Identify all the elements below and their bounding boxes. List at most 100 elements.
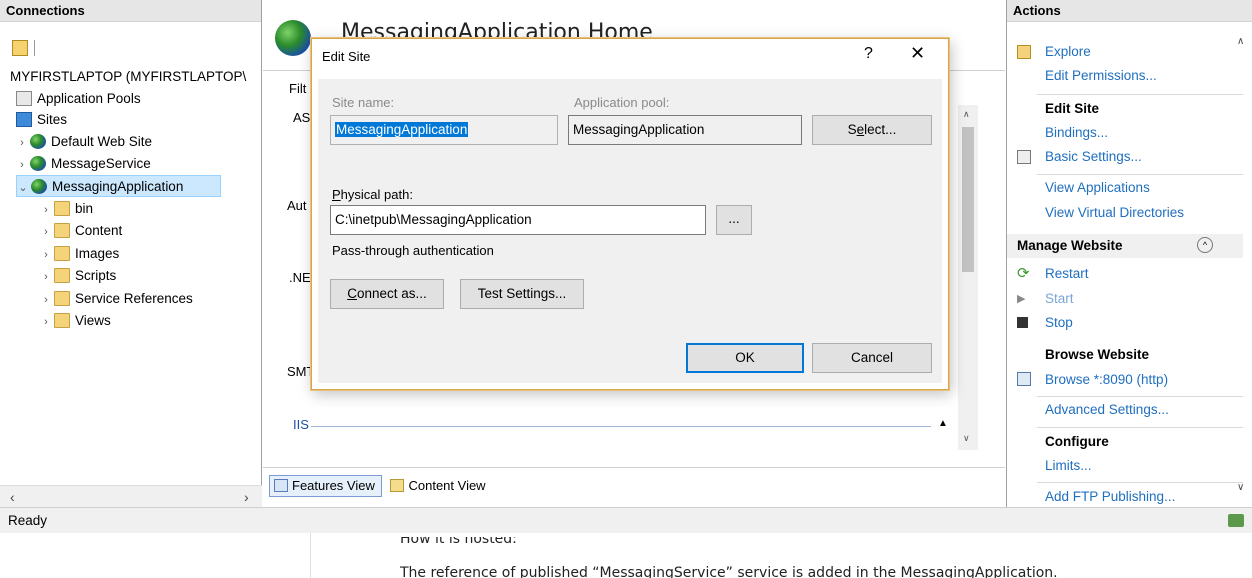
- select-label-b: e: [856, 122, 865, 137]
- chevron-right-icon[interactable]: ›: [40, 199, 52, 221]
- features-view-button[interactable]: Features View: [269, 475, 382, 497]
- collapse-group-icon[interactable]: ▲: [938, 418, 948, 429]
- chevron-right-icon[interactable]: ›: [16, 132, 28, 154]
- start-icon: ▶: [1017, 293, 1026, 305]
- connect-icon[interactable]: [12, 40, 28, 56]
- bindings-link[interactable]: Bindings...: [1045, 125, 1108, 140]
- action-divider: [1037, 427, 1243, 428]
- edit-permissions-link[interactable]: Edit Permissions...: [1045, 68, 1157, 83]
- site-name-field[interactable]: MessagingApplication: [330, 115, 558, 145]
- app-pools-label: Application Pools: [37, 91, 141, 106]
- basic-settings-link[interactable]: Basic Settings...: [1045, 149, 1142, 164]
- tree-folder[interactable]: › Content: [40, 220, 122, 242]
- actions-title: Actions: [1007, 0, 1252, 22]
- scroll-thumb[interactable]: [962, 127, 974, 272]
- folder-icon: [54, 268, 70, 283]
- edit-site-dialog: Edit Site ? ✕ Site name: MessagingApplic…: [311, 38, 949, 390]
- app-pool-label: Application pool:: [574, 95, 670, 110]
- collapse-icon[interactable]: ^: [1197, 237, 1213, 253]
- ok-button[interactable]: OK: [686, 343, 804, 373]
- tree-folder[interactable]: › Images: [40, 243, 119, 265]
- test-settings-label-c: s...: [548, 286, 567, 301]
- folder-icon: [54, 291, 70, 306]
- tree-site-messageservice[interactable]: › MessageService: [16, 153, 151, 175]
- sites-label: Sites: [37, 112, 68, 127]
- globe-icon: [31, 179, 47, 194]
- site-globe-icon: [275, 20, 311, 56]
- scroll-up-icon[interactable]: ∧: [963, 109, 970, 120]
- tree-site-default[interactable]: › Default Web Site: [16, 131, 152, 153]
- document-border: [310, 533, 311, 578]
- scroll-down-icon[interactable]: ∨: [963, 433, 970, 444]
- pass-through-label: Pass-through authentication: [332, 243, 494, 258]
- explore-icon: [1017, 45, 1031, 59]
- tree-folder[interactable]: › Views: [40, 310, 111, 332]
- features-vscrollbar[interactable]: ∧ ∨: [958, 105, 978, 450]
- scroll-right-icon[interactable]: ›: [244, 486, 249, 508]
- browse-port-link[interactable]: Browse *:8090 (http): [1045, 372, 1168, 387]
- content-view-icon: [390, 479, 405, 492]
- folder-label: Views: [75, 313, 111, 328]
- features-view-icon: [274, 479, 288, 492]
- site-label: MessageService: [51, 156, 151, 171]
- close-icon[interactable]: ✕: [910, 43, 925, 64]
- document-paragraph-text: The reference of published “MessagingSer…: [400, 565, 1058, 578]
- explore-link[interactable]: Explore: [1045, 44, 1091, 59]
- chevron-right-icon[interactable]: ›: [40, 244, 52, 266]
- chevron-right-icon[interactable]: ›: [40, 221, 52, 243]
- connect-as-button[interactable]: Connect as...: [330, 279, 444, 309]
- chevron-right-icon[interactable]: ›: [40, 289, 52, 311]
- app-pool-value: MessagingApplication: [573, 122, 705, 137]
- browse-path-button[interactable]: ...: [716, 205, 752, 235]
- site-name-value: MessagingApplication: [335, 122, 469, 137]
- browse-icon: [1017, 372, 1031, 386]
- action-divider: [1037, 396, 1243, 397]
- connections-hscrollbar[interactable]: ‹ ›: [0, 485, 262, 507]
- add-ftp-clip: Add FTP Publishing...: [1007, 488, 1227, 507]
- features-view-label: Features View: [292, 478, 375, 493]
- help-icon[interactable]: ?: [864, 45, 873, 63]
- restart-icon: ⟳: [1017, 265, 1030, 282]
- cancel-button[interactable]: Cancel: [812, 343, 932, 373]
- chevron-right-icon[interactable]: ›: [16, 154, 28, 176]
- scroll-down-icon[interactable]: ∨: [1237, 482, 1244, 493]
- edit-site-heading: Edit Site: [1045, 101, 1100, 116]
- start-link[interactable]: Start: [1045, 291, 1074, 306]
- chevron-down-icon[interactable]: ⌄: [17, 177, 29, 199]
- chevron-right-icon[interactable]: ›: [40, 266, 52, 288]
- tree-sites[interactable]: Sites: [16, 109, 67, 131]
- filter-label: Filt: [289, 81, 307, 96]
- test-settings-button[interactable]: Test Settings...: [460, 279, 584, 309]
- connections-title: Connections: [0, 0, 261, 22]
- site-name-label: Site name:: [332, 95, 395, 110]
- select-button[interactable]: Select...: [812, 115, 932, 145]
- scroll-up-icon[interactable]: ∧: [1237, 36, 1244, 47]
- stop-link[interactable]: Stop: [1045, 315, 1073, 330]
- chevron-right-icon[interactable]: ›: [40, 311, 52, 333]
- stop-icon: [1017, 317, 1028, 328]
- physical-path-label-b: hysical path:: [340, 187, 413, 202]
- tree-folder[interactable]: › Service References: [40, 288, 193, 310]
- group-iis-label: IIS: [293, 417, 309, 432]
- tree-folder[interactable]: › Scripts: [40, 265, 116, 287]
- add-ftp-link[interactable]: Add FTP Publishing...: [1045, 489, 1175, 504]
- select-label-c: lect...: [864, 122, 897, 137]
- tree-folder[interactable]: › bin: [40, 198, 93, 220]
- limits-link[interactable]: Limits...: [1045, 458, 1092, 473]
- folder-icon: [54, 223, 70, 238]
- view-applications-link[interactable]: View Applications: [1045, 180, 1150, 195]
- view-switcher: Features View Content View: [269, 475, 493, 499]
- scroll-left-icon[interactable]: ‹: [10, 486, 15, 508]
- restart-link[interactable]: Restart: [1045, 266, 1089, 281]
- tree-site-messagingapplication[interactable]: ⌄ MessagingApplication: [16, 175, 221, 197]
- manage-website-header[interactable]: Manage Website ^: [1007, 234, 1243, 258]
- view-virtual-dirs-link[interactable]: View Virtual Directories: [1045, 205, 1184, 220]
- physical-path-input[interactable]: C:\inetpub\MessagingApplication: [330, 205, 706, 235]
- folder-icon: [54, 313, 70, 328]
- tree-server[interactable]: MYFIRSTLAPTOP (MYFIRSTLAPTOP\: [10, 66, 246, 88]
- tree-app-pools[interactable]: Application Pools: [16, 88, 141, 110]
- connect-as-label-a: C: [347, 286, 357, 301]
- content-view-button[interactable]: Content View: [385, 475, 492, 497]
- toolbar-separator: [34, 40, 35, 56]
- advanced-settings-link[interactable]: Advanced Settings...: [1045, 402, 1169, 417]
